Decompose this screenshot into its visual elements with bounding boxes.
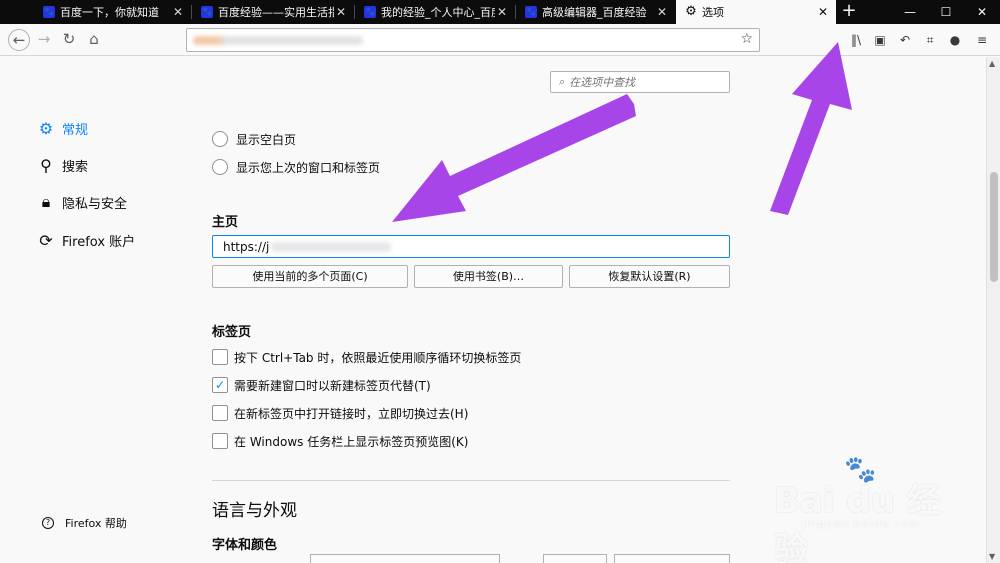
watermark-url: jingyan.baidu.com <box>802 517 921 530</box>
sidebar-item-label: 隐私与安全 <box>62 196 128 212</box>
use-current-pages-button[interactable]: 使用当前的多个页面(C) <box>212 265 408 288</box>
baidu-icon: 🐾 <box>364 6 376 18</box>
sidebar-icon[interactable]: ▣ <box>872 32 888 48</box>
radio-label: 显示您上次的窗口和标签页 <box>236 160 381 175</box>
checkbox-label: 需要新建窗口时以新建标签页代替(T) <box>234 378 431 393</box>
close-icon[interactable]: ✕ <box>334 5 348 19</box>
scroll-down-arrow[interactable]: ▼ <box>989 552 995 561</box>
gear-icon: ⚙ <box>38 118 54 138</box>
gear-icon: ⚙ <box>685 4 697 19</box>
reload-button[interactable]: ↻ <box>58 29 80 51</box>
checkbox[interactable] <box>212 433 228 449</box>
sidebar-item-label: 常规 <box>62 122 89 138</box>
chat-icon[interactable]: ● <box>947 32 963 48</box>
baidu-icon: 🐾 <box>43 6 55 18</box>
options-search-input[interactable]: ⌕ 在选项中查找 <box>550 71 730 93</box>
use-bookmark-button[interactable]: 使用书签(B)… <box>414 265 563 288</box>
tab-my-jingyan[interactable]: 🐾 我的经验_个人中心_百度经 ✕ <box>355 0 515 24</box>
sidebar-item-firefox-account[interactable]: ⟳ Firefox 账户 <box>36 229 135 251</box>
font-size-select[interactable] <box>543 554 607 563</box>
url-text-blurred <box>193 36 363 45</box>
checkbox[interactable] <box>212 349 228 365</box>
homepage-heading: 主页 <box>212 215 239 230</box>
checkbox[interactable] <box>212 405 228 421</box>
radio-label: 显示空白页 <box>236 132 297 147</box>
tab-strip: 🐾 百度一下，你就知道 ✕ 🐾 百度经验——实用生活指南 ✕ 🐾 我的经验_个人… <box>0 0 1000 24</box>
url-bar[interactable]: ☆ <box>186 28 760 52</box>
tab-options[interactable]: ⚙ 选项 ✕ <box>676 0 836 24</box>
tab-title: 百度一下，你就知道 <box>60 6 159 19</box>
sidebar-item-search[interactable]: ⚲ 搜索 <box>36 154 88 176</box>
sidebar-item-label: Firefox 账户 <box>62 234 136 250</box>
scrollbar-thumb[interactable] <box>990 172 998 282</box>
search-placeholder: 在选项中查找 <box>569 76 636 89</box>
tab-advanced-editor[interactable]: 🐾 高级编辑器_百度经验 ✕ <box>516 0 675 24</box>
help-icon: ? <box>42 517 54 529</box>
search-icon: ⌕ <box>559 75 566 88</box>
lock-icon: 🔒︎ <box>41 192 51 211</box>
search-icon: ⚲ <box>40 155 52 175</box>
undo-icon[interactable]: ↶ <box>897 32 913 48</box>
menu-icon[interactable]: ≡ <box>974 32 990 48</box>
homepage-url-text: https://j <box>223 239 270 254</box>
section-divider <box>212 480 730 481</box>
checkbox-label: 按下 Ctrl+Tab 时，依照最近使用顺序循环切换标签页 <box>234 350 522 365</box>
startup-option-blank[interactable]: 显示空白页 <box>212 131 296 147</box>
tabs-heading: 标签页 <box>212 325 252 340</box>
tab-title: 百度经验——实用生活指南 <box>218 6 334 19</box>
tab-baidu-jingyan[interactable]: 🐾 百度经验——实用生活指南 ✕ <box>192 0 354 24</box>
new-tab-button[interactable]: + <box>836 0 862 24</box>
forward-button[interactable]: → <box>33 29 55 51</box>
sync-icon: ⟳ <box>39 230 53 250</box>
tab-baidu-home[interactable]: 🐾 百度一下，你就知道 ✕ <box>34 0 191 24</box>
checkbox-label: 在新标签页中打开链接时，立即切换过去(H) <box>234 406 469 421</box>
radio-button[interactable] <box>212 159 228 175</box>
minimize-button[interactable]: — <box>892 0 928 24</box>
homepage-url-blurred <box>271 241 392 252</box>
tab-title: 我的经验_个人中心_百度经 <box>381 6 495 19</box>
switch-to-new-tab-option[interactable]: 在新标签页中打开链接时，立即切换过去(H) <box>212 405 468 421</box>
screenshot-icon[interactable]: ⌗ <box>922 32 938 48</box>
close-icon[interactable]: ✕ <box>171 5 185 19</box>
checkbox-label: 在 Windows 任务栏上显示标签页预览图(K) <box>234 434 469 449</box>
language-appearance-heading: 语言与外观 <box>212 501 297 521</box>
restore-default-button[interactable]: 恢复默认设置(R) <box>569 265 730 288</box>
sidebar-item-label: 搜索 <box>62 159 89 175</box>
tab-title: 高级编辑器_百度经验 <box>542 6 647 19</box>
scroll-up-arrow[interactable]: ▲ <box>989 59 995 68</box>
nav-bar: ← → ↻ ⌂ ☆ ‖\ ▣ ↶ ⌗ ● ≡ <box>0 24 1000 56</box>
back-button[interactable]: ← <box>8 29 30 51</box>
sidebar-item-privacy[interactable]: 🔒︎ 隐私与安全 <box>36 191 127 213</box>
startup-option-restore[interactable]: 显示您上次的窗口和标签页 <box>212 159 380 175</box>
scrollbar[interactable]: ▲ ▼ <box>986 57 1000 563</box>
open-new-windows-in-tabs-option[interactable]: ✓ 需要新建窗口时以新建标签页代替(T) <box>212 377 431 393</box>
close-icon[interactable]: ✕ <box>816 5 830 19</box>
home-button[interactable]: ⌂ <box>83 29 105 51</box>
library-icon[interactable]: ‖\ <box>848 32 864 48</box>
font-select[interactable] <box>310 554 500 563</box>
ctrl-tab-cycle-option[interactable]: 按下 Ctrl+Tab 时，依照最近使用顺序循环切换标签页 <box>212 349 521 365</box>
close-icon[interactable]: ✕ <box>495 5 509 19</box>
close-icon[interactable]: ✕ <box>655 5 669 19</box>
help-label: Firefox 帮助 <box>65 517 127 530</box>
radio-button[interactable] <box>212 131 228 147</box>
tab-title: 选项 <box>702 6 724 19</box>
fonts-colors-heading: 字体和颜色 <box>212 538 278 553</box>
homepage-url-input[interactable]: https://j <box>212 235 730 258</box>
close-window-button[interactable]: ✕ <box>964 0 1000 24</box>
baidu-icon: 🐾 <box>201 6 213 18</box>
firefox-help-link[interactable]: ? Firefox 帮助 <box>42 515 127 531</box>
sidebar-item-general[interactable]: ⚙ 常规 <box>36 117 88 139</box>
star-icon[interactable]: ☆ <box>740 31 753 47</box>
maximize-button[interactable]: ☐ <box>928 0 964 24</box>
advanced-fonts-button[interactable] <box>614 554 730 563</box>
baidu-icon: 🐾 <box>525 6 537 18</box>
checkbox-checked[interactable]: ✓ <box>212 377 228 393</box>
taskbar-preview-option[interactable]: 在 Windows 任务栏上显示标签页预览图(K) <box>212 433 468 449</box>
baidu-watermark: 🐾 Bai du 经验 jingyan.baidu.com <box>762 455 952 563</box>
